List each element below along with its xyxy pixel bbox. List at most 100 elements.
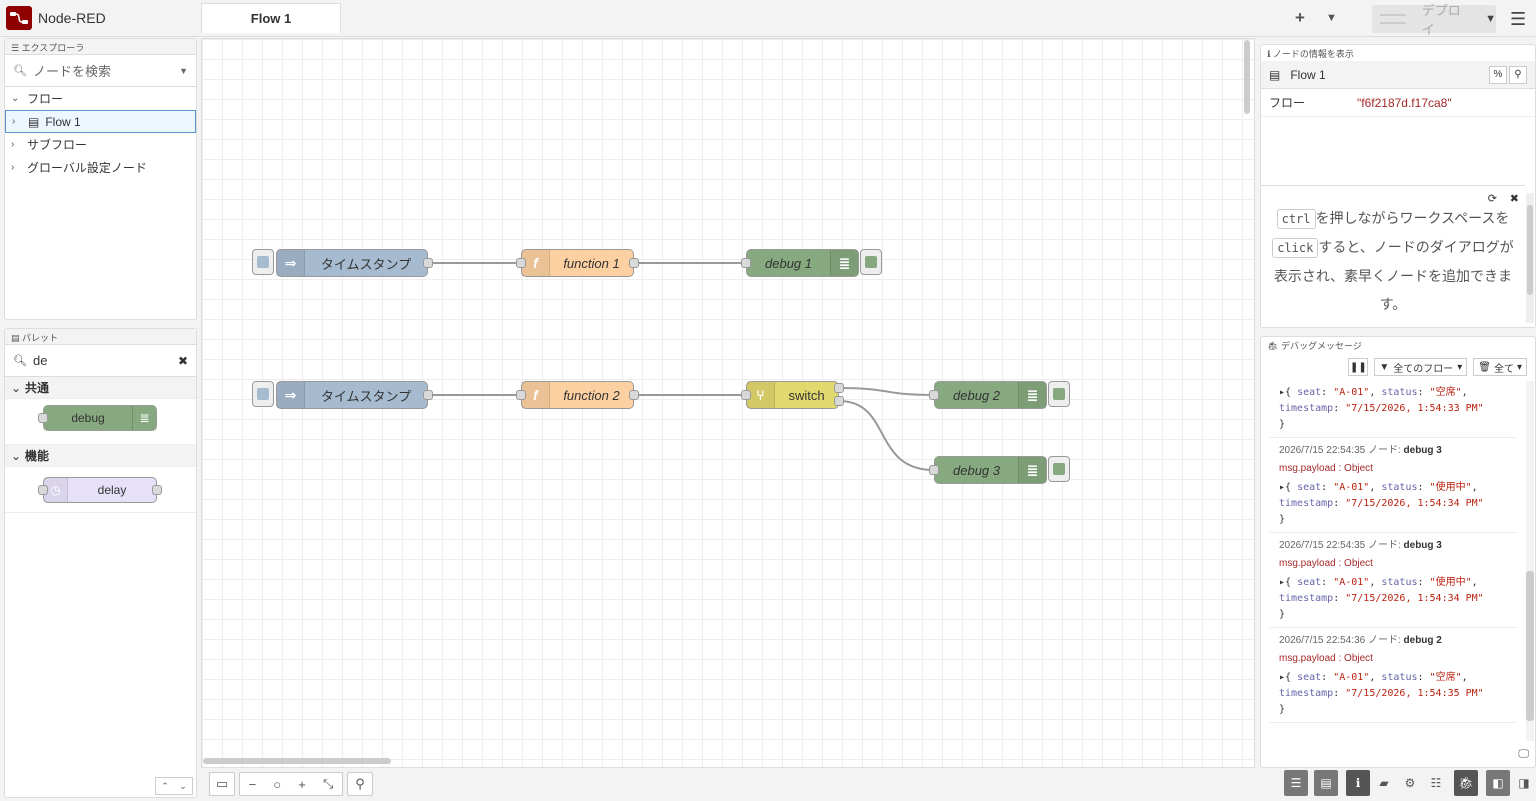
navigator-map-icon[interactable]: ▭ — [209, 772, 235, 796]
function-icon: f — [522, 382, 550, 408]
debug-clear-button[interactable]: 🗑︎ 全て ▾ — [1473, 358, 1527, 376]
chevron-right-icon: › — [12, 116, 16, 127]
tab-help-icon[interactable]: ▰ — [1372, 770, 1396, 796]
tree-item-global-config[interactable]: › グローバル設定ノード — [5, 156, 196, 179]
explorer-search-input[interactable]: 🔍︎ ノードを検索 ▼ — [5, 55, 196, 87]
arrow-right-icon: ⇒ — [277, 250, 305, 276]
add-flow-icon[interactable]: + — [1295, 8, 1305, 28]
debug-toggle-button[interactable] — [860, 249, 882, 275]
search-icon[interactable]: ⚲ — [1509, 65, 1527, 84]
debug-toggle-button[interactable] — [1048, 381, 1070, 407]
expand-all-icon[interactable]: ⌄ — [179, 781, 187, 792]
debug-toggle-button[interactable] — [1048, 456, 1070, 482]
info-title: ℹ ノードの情報を表示 — [1267, 49, 1354, 59]
palette-node-debug[interactable]: debug ≣ — [38, 405, 157, 431]
chevron-down-icon[interactable]: ▼ — [179, 66, 188, 76]
workspace-canvas[interactable]: ⇒ タイムスタンプ f function 1 debug 1 ≣ ⇒ タイムスタ… — [201, 38, 1255, 768]
zoom-out-icon[interactable]: − — [249, 777, 257, 792]
switch-icon: ⑂ — [747, 382, 775, 408]
workspace-vertical-scrollbar[interactable] — [1244, 40, 1250, 114]
info-panel: ℹ ノードの情報を表示 ▤ Flow 1 % ⚲ フロー "f6f2187d.f… — [1260, 44, 1536, 328]
zoom-in-icon[interactable]: + — [298, 777, 306, 792]
deploy-button[interactable]: デプロイ ▼ — [1372, 3, 1496, 37]
wire — [838, 387, 935, 396]
debug-panel: 🐞︎ デバッグメッセージ ❚❚ ▼ 全てのフロー ▾ 🗑︎ 全て ▾ ▸{ seat: … — [1260, 336, 1536, 768]
node-debug-3[interactable]: debug 3 ≣ — [929, 456, 1047, 484]
tab-info-icon[interactable]: ℹ — [1346, 770, 1370, 796]
info-row: フロー "f6f2187d.f17ca8" — [1261, 89, 1535, 117]
palette-node-delay[interactable]: ◷ delay — [38, 477, 162, 503]
node-debug-2[interactable]: debug 2 ≣ — [929, 381, 1047, 409]
pause-icon[interactable]: ❚❚ — [1348, 358, 1369, 376]
workspace-horizontal-scrollbar[interactable] — [203, 758, 391, 764]
node-function-2[interactable]: f function 2 — [516, 381, 639, 409]
flow-icon: ▤ — [1269, 67, 1281, 82]
open-debug-window-icon[interactable]: 🖵︎ — [1518, 748, 1529, 761]
palette-category-common[interactable]: ⌄ 共通 — [5, 377, 196, 399]
node-debug-1[interactable]: debug 1 ≣ — [741, 249, 859, 277]
deploy-menu-chevron-icon[interactable]: ▼ — [1485, 13, 1496, 25]
palette-collapse-expand-buttons[interactable]: ⌃ ⌄ — [155, 777, 193, 795]
flow-list-chevron-icon[interactable]: ▼ — [1326, 12, 1337, 24]
tab-debug-icon[interactable]: 🐞︎ — [1454, 770, 1478, 796]
debug-message-list: ▸{ seat: "A-01", status: "空席", timestamp:… — [1269, 381, 1517, 741]
main-menu-icon[interactable]: ☰ — [1510, 9, 1526, 30]
info-flow-name: Flow 1 — [1290, 67, 1326, 82]
debug-message[interactable]: 2026/7/15 22:54:36 ノード: debug 2 msg.payl… — [1269, 628, 1517, 723]
chevron-right-icon: › — [11, 162, 15, 173]
toggle-sidebar-left-icon[interactable]: ◧ — [1486, 770, 1510, 796]
help-tip: ⟳ ✖ ctrl を押しながらワークスペースをclick すると、ノードのダイアログ… — [1261, 185, 1525, 327]
node-inject-1[interactable]: ⇒ タイムスタンプ — [276, 249, 433, 277]
node-switch[interactable]: ⑂ switch — [741, 381, 844, 409]
tab-context-icon[interactable]: ☷ — [1424, 770, 1448, 796]
node-inject-2[interactable]: ⇒ タイムスタンプ — [276, 381, 433, 409]
refresh-icon[interactable]: ⟳ — [1488, 192, 1497, 205]
clear-icon[interactable]: ✖ — [178, 354, 188, 368]
zoom-controls: − ○ + ⤡ — [239, 772, 343, 796]
link-icon[interactable]: % — [1489, 65, 1507, 84]
debug-message[interactable]: 2026/7/15 22:54:35 ノード: debug 3 msg.payl… — [1269, 533, 1517, 628]
palette-panel: ▤ パレット 🔍︎ de ✖ ⌄ 共通 debug ≣ ⌄ 機能 ◷ delay ⌃… — [4, 328, 197, 798]
tab-flow-1[interactable]: Flow 1 — [201, 3, 341, 33]
tab-palette-icon[interactable]: ▤ — [1314, 770, 1338, 796]
close-icon[interactable]: ✖ — [1510, 192, 1519, 205]
chevron-down-icon: ⌄ — [11, 448, 22, 463]
chevron-right-icon: › — [11, 139, 15, 150]
arrow-right-icon: ⇒ — [277, 382, 305, 408]
tree-item-subflows[interactable]: › サブフロー — [5, 133, 196, 156]
debug-list-icon: ≣ — [1018, 382, 1046, 408]
inject-button[interactable] — [252, 249, 274, 275]
search-icon: 🔍︎ — [13, 355, 27, 367]
collapse-all-icon[interactable]: ⌃ — [161, 781, 169, 792]
tab-explorer-icon[interactable]: ☰ — [1284, 770, 1308, 796]
search-icon: 🔍︎ — [13, 65, 27, 77]
palette-search-input[interactable]: 🔍︎ de ✖ — [5, 345, 196, 377]
help-scrollbar[interactable] — [1526, 193, 1534, 323]
zoom-fit-icon[interactable]: ⤡ — [323, 776, 333, 792]
function-icon: f — [522, 250, 550, 276]
flow-icon: ▤ — [28, 114, 40, 129]
node-red-logo-icon — [6, 6, 32, 30]
wire — [838, 400, 935, 471]
tree-item-flows[interactable]: ⌄ フロー — [5, 87, 196, 110]
workspace-search-icon[interactable]: ⚲ — [347, 772, 373, 796]
debug-list-icon: ≣ — [132, 406, 156, 430]
toggle-sidebar-right-icon[interactable]: ◨ — [1512, 770, 1536, 796]
tab-config-icon[interactable]: ⚙ — [1398, 770, 1422, 796]
palette-title: ▤ パレット — [5, 329, 196, 345]
debug-message[interactable]: 2026/7/15 22:54:35 ノード: debug 3 msg.payl… — [1269, 438, 1517, 533]
debug-message[interactable]: ▸{ seat: "A-01", status: "空席", timestamp:… — [1269, 381, 1517, 438]
tree-item-flow-1[interactable]: › ▤ Flow 1 — [5, 110, 196, 133]
inject-button[interactable] — [252, 381, 274, 407]
debug-filter-dropdown[interactable]: ▼ 全てのフロー ▾ — [1374, 358, 1468, 376]
palette-category-function[interactable]: ⌄ 機能 — [5, 445, 196, 467]
debug-title: 🐞︎ デバッグメッセージ — [1267, 341, 1362, 351]
chevron-down-icon: ⌄ — [11, 93, 20, 104]
chevron-down-icon: ⌄ — [11, 380, 22, 395]
explorer-panel: ☰ エクスプローラ 🔍︎ ノードを検索 ▼ ⌄ フロー › ▤ Flow 1 › サブフ… — [4, 38, 197, 320]
node-function-1[interactable]: f function 1 — [516, 249, 639, 277]
zoom-reset-icon[interactable]: ○ — [273, 777, 281, 792]
deploy-label: デプロイ — [1421, 3, 1461, 37]
explorer-title: ☰ エクスプローラ — [5, 39, 196, 55]
debug-scrollbar[interactable] — [1526, 381, 1534, 741]
